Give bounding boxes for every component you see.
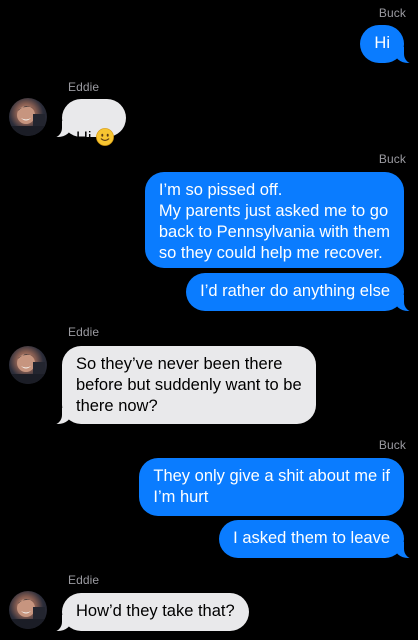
avatar[interactable] xyxy=(9,591,47,629)
slightly-smiling-face-icon xyxy=(95,128,114,146)
sender-label: Eddie xyxy=(68,80,100,94)
avatar[interactable] xyxy=(9,346,47,384)
outgoing-message[interactable]: I’d rather do anything else xyxy=(186,273,418,312)
message-thread: Buck Hi Eddie Hi Buck I’m so pissed off.… xyxy=(0,0,418,640)
incoming-message[interactable]: How’d they take that? xyxy=(48,593,249,632)
sender-label: Eddie xyxy=(68,573,100,587)
incoming-message[interactable]: So they’ve never been there before but s… xyxy=(48,346,316,425)
outgoing-message[interactable]: I asked them to leave xyxy=(219,520,418,559)
contact-photo-icon xyxy=(9,106,47,136)
outgoing-message[interactable]: Hi xyxy=(360,25,418,64)
avatar[interactable] xyxy=(9,98,47,136)
outgoing-message[interactable]: They only give a shit about me if I’m hu… xyxy=(139,458,404,516)
sender-label: Buck xyxy=(378,152,406,166)
sender-label: Buck xyxy=(378,6,406,20)
sender-label: Eddie xyxy=(68,325,100,339)
message-text: Hi xyxy=(76,129,92,147)
contact-photo-icon xyxy=(9,354,47,384)
sender-label: Buck xyxy=(378,438,406,452)
contact-photo-icon xyxy=(9,599,47,629)
outgoing-message[interactable]: I’m so pissed off. My parents just asked… xyxy=(144,172,404,268)
incoming-message[interactable]: Hi xyxy=(48,99,126,147)
